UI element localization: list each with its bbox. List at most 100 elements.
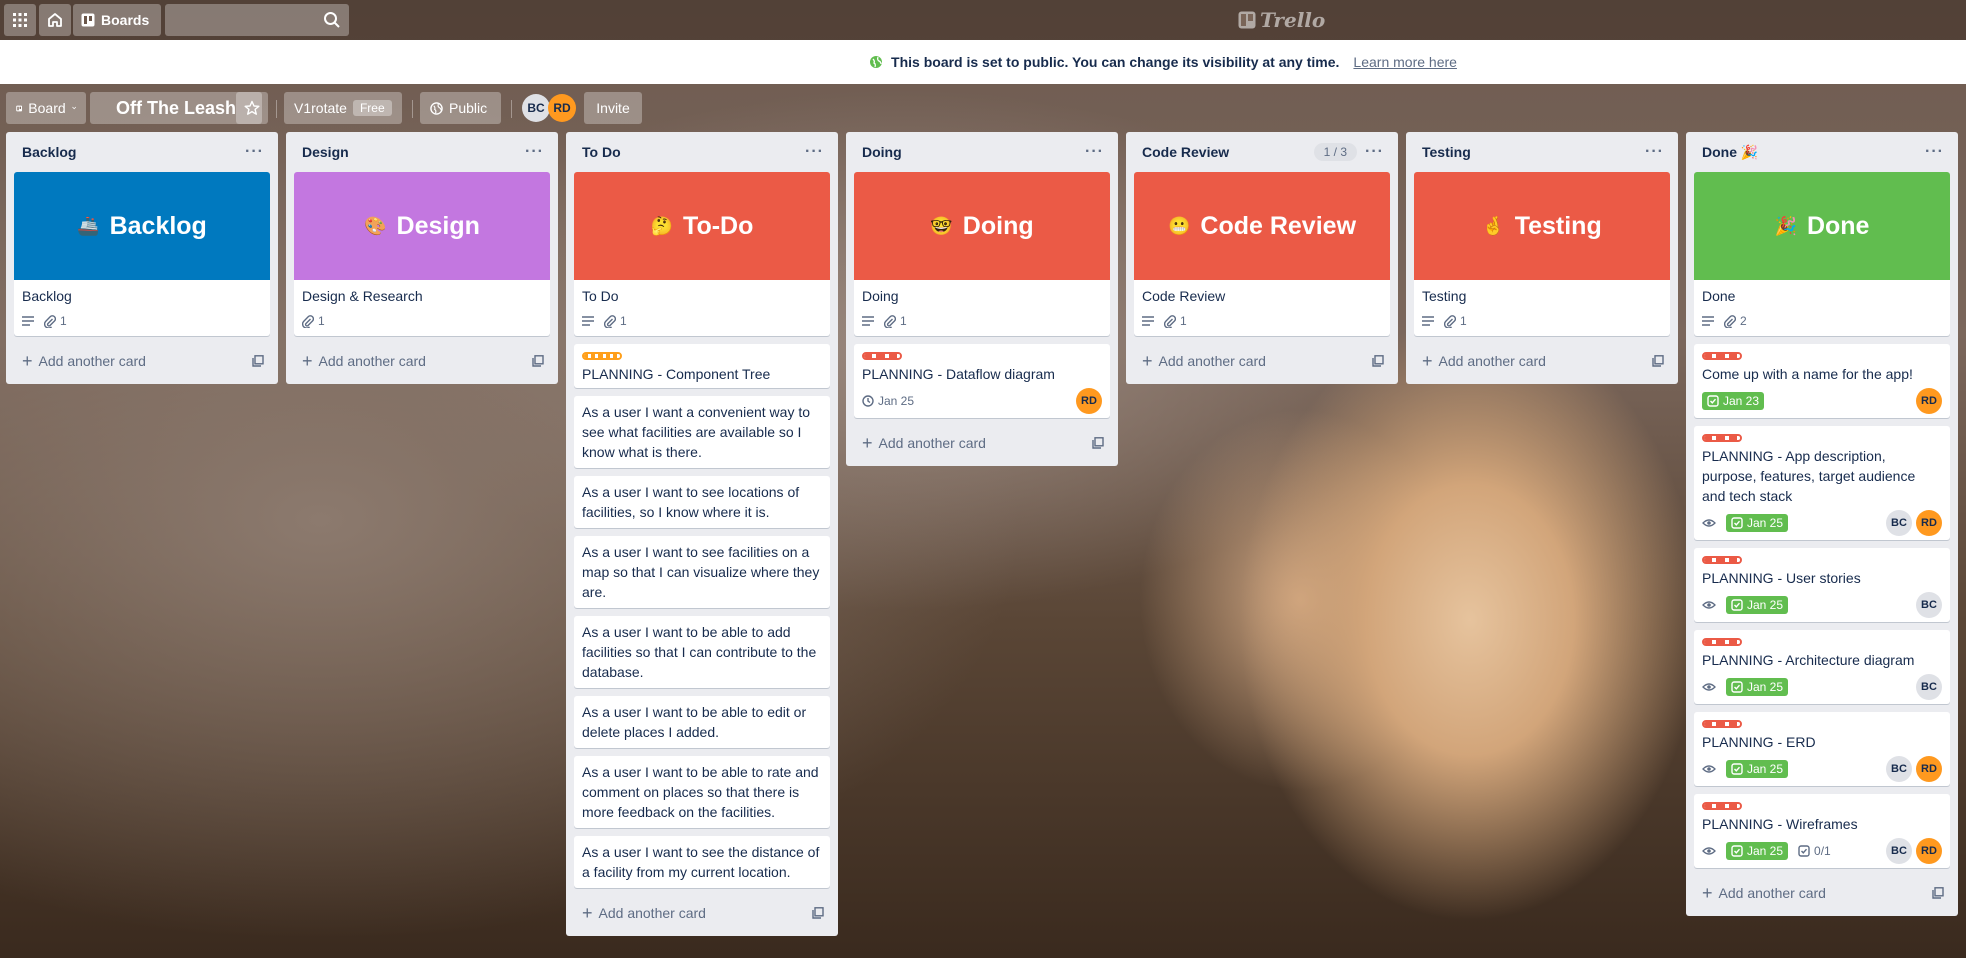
list-card[interactable]: PLANNING - Dataflow diagram Jan 25 RD	[854, 344, 1110, 418]
list-card[interactable]: PLANNING - Architecture diagram Jan 25 B…	[1694, 630, 1950, 704]
due-date-badge[interactable]: Jan 25	[1726, 678, 1789, 696]
list-card[interactable]: PLANNING - ERD Jan 25 BC RD	[1694, 712, 1950, 786]
list-card[interactable]: As a user I want to be able to add facil…	[574, 616, 830, 688]
checklist-badge: 0/1	[1798, 844, 1831, 858]
learn-more-link[interactable]: Learn more here	[1353, 54, 1457, 70]
member-avatar-rd[interactable]: RD	[1076, 388, 1102, 414]
home-button[interactable]	[39, 4, 71, 36]
list-card[interactable]: As a user I want to see facilities on a …	[574, 536, 830, 608]
due-date-badge[interactable]: Jan 25	[1726, 760, 1789, 778]
add-card-button[interactable]: + Add another card	[1414, 344, 1670, 378]
home-icon	[48, 13, 62, 27]
eye-icon	[1702, 518, 1716, 528]
member-avatar-bc[interactable]: BC	[522, 94, 550, 122]
member-avatar-bc[interactable]: BC	[1916, 674, 1942, 700]
list-header[interactable]: To Do ···	[574, 132, 830, 172]
apps-menu-button[interactable]	[4, 4, 36, 36]
list-card[interactable]: PLANNING - App description, purpose, fea…	[1694, 426, 1950, 540]
member-avatar-bc[interactable]: BC	[1886, 838, 1912, 864]
list-card[interactable]: PLANNING - User stories Jan 25 BC	[1694, 548, 1950, 622]
member-avatar-bc[interactable]: BC	[1916, 592, 1942, 618]
board-icon	[16, 105, 23, 111]
list-card[interactable]: As a user I want a convenient way to see…	[574, 396, 830, 468]
add-card-button[interactable]: + Add another card	[14, 344, 270, 378]
visibility-button[interactable]: Public	[420, 92, 501, 124]
list-card[interactable]: Come up with a name for the app! Jan 23 …	[1694, 344, 1950, 418]
template-icon[interactable]	[532, 355, 544, 367]
cover-card[interactable]: 🤔 To-Do To Do 1	[574, 172, 830, 336]
due-date-badge[interactable]: Jan 23	[1702, 392, 1765, 410]
cover-card[interactable]: 🎨 Design Design & Research 1	[294, 172, 550, 336]
list-title[interactable]: Doing	[862, 144, 1077, 160]
list-header[interactable]: Code Review 1 / 3 ···	[1134, 132, 1390, 172]
member-avatar-rd[interactable]: RD	[1916, 510, 1942, 536]
cover-card[interactable]: 🤓 Doing Doing 1	[854, 172, 1110, 336]
boards-button[interactable]: Boards	[73, 4, 161, 36]
member-avatar-bc[interactable]: BC	[1886, 756, 1912, 782]
due-date-badge[interactable]: Jan 25	[1726, 514, 1789, 532]
list-header[interactable]: Design ···	[294, 132, 550, 172]
list-card[interactable]: PLANNING - Wireframes Jan 25 0/1 BC RD	[1694, 794, 1950, 868]
list-menu-button[interactable]: ···	[1645, 144, 1664, 160]
member-avatar-rd[interactable]: RD	[1916, 756, 1942, 782]
card-cover: 🎨 Design	[294, 172, 550, 280]
member-avatar-rd[interactable]: RD	[1916, 388, 1942, 414]
list-menu-button[interactable]: ···	[1365, 144, 1384, 160]
list-card[interactable]: As a user I want to see locations of fac…	[574, 476, 830, 528]
star-board-button[interactable]	[236, 92, 268, 124]
card-title: As a user I want a convenient way to see…	[582, 404, 811, 460]
cover-card[interactable]: 😬 Code Review Code Review 1	[1134, 172, 1390, 336]
paperclip-icon	[1444, 314, 1456, 328]
list-title[interactable]: Design	[302, 144, 517, 160]
search-input[interactable]	[165, 4, 349, 36]
list-header[interactable]: Done 🎉 ···	[1694, 132, 1950, 172]
attachment-count: 1	[1180, 314, 1187, 328]
list-header[interactable]: Backlog ···	[14, 132, 270, 172]
plus-icon: +	[1142, 351, 1153, 371]
list-title[interactable]: Backlog	[22, 144, 237, 160]
list-title[interactable]: To Do	[582, 144, 797, 160]
list-card[interactable]: As a user I want to see the distance of …	[574, 836, 830, 888]
list-menu-button[interactable]: ···	[1925, 144, 1944, 160]
template-icon[interactable]	[252, 355, 264, 367]
add-card-button[interactable]: + Add another card	[294, 344, 550, 378]
member-avatar-rd[interactable]: RD	[548, 94, 576, 122]
card-title: Come up with a name for the app!	[1702, 366, 1913, 382]
list-menu-button[interactable]: ···	[1085, 144, 1104, 160]
list-header[interactable]: Testing ···	[1414, 132, 1670, 172]
list-card[interactable]: PLANNING - Component Tree	[574, 344, 830, 388]
add-card-button[interactable]: + Add another card	[1134, 344, 1390, 378]
trello-logo[interactable]: Trello	[1238, 8, 1325, 32]
template-icon[interactable]	[812, 907, 824, 919]
cover-card[interactable]: 🎉 Done Done 2	[1694, 172, 1950, 336]
cover-card[interactable]: 🤞 Testing Testing 1	[1414, 172, 1670, 336]
due-date-badge[interactable]: Jan 25	[1726, 842, 1789, 860]
invite-button[interactable]: Invite	[584, 92, 642, 124]
template-icon[interactable]	[1932, 887, 1944, 899]
attachment-count: 1	[620, 314, 627, 328]
board-view-switcher[interactable]: Board	[6, 92, 86, 124]
card-title: Backlog	[22, 288, 72, 304]
list-menu-button[interactable]: ···	[805, 144, 824, 160]
add-card-button[interactable]: + Add another card	[1694, 876, 1950, 910]
cover-card[interactable]: 🚢 Backlog Backlog 1	[14, 172, 270, 336]
search-icon	[324, 12, 340, 28]
due-date-badge[interactable]: Jan 25	[1726, 596, 1789, 614]
member-avatar-bc[interactable]: BC	[1886, 510, 1912, 536]
member-avatar-rd[interactable]: RD	[1916, 838, 1942, 864]
list-title[interactable]: Done 🎉	[1702, 144, 1917, 161]
template-icon[interactable]	[1092, 437, 1104, 449]
list-header[interactable]: Doing ···	[854, 132, 1110, 172]
template-icon[interactable]	[1372, 355, 1384, 367]
list-title[interactable]: Testing	[1422, 144, 1637, 160]
list-menu-button[interactable]: ···	[245, 144, 264, 160]
list-card[interactable]: As a user I want to be able to rate and …	[574, 756, 830, 828]
add-card-button[interactable]: + Add another card	[574, 896, 830, 930]
list-menu-button[interactable]: ···	[525, 144, 544, 160]
team-button[interactable]: V1rotate Free	[284, 92, 402, 124]
template-icon[interactable]	[1652, 355, 1664, 367]
add-card-button[interactable]: + Add another card	[854, 426, 1110, 460]
list-card[interactable]: As a user I want to be able to edit or d…	[574, 696, 830, 748]
list-title[interactable]: Code Review	[1142, 144, 1306, 160]
due-date-badge[interactable]: Jan 25	[862, 394, 914, 408]
